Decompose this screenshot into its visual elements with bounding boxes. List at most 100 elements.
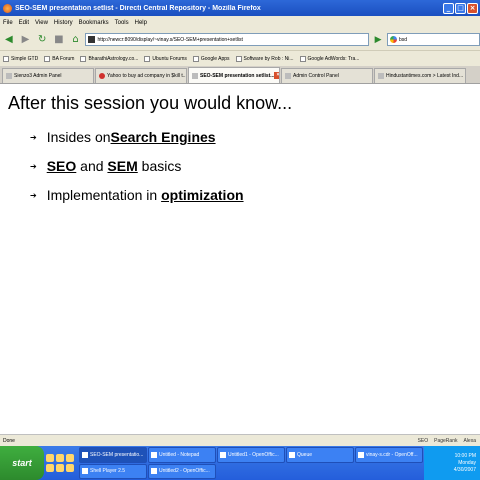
close-button[interactable]: × <box>467 2 478 14</box>
openoffice-icon <box>358 451 364 458</box>
bookmark-icon <box>192 55 199 62</box>
menu-tools[interactable]: Tools <box>115 20 129 26</box>
reload-button[interactable]: ↻ <box>35 33 49 47</box>
clock-time[interactable]: 10:00 PM <box>455 453 476 459</box>
stop-button[interactable]: ■ <box>52 33 66 47</box>
url-bar[interactable]: http://newcr:8090/display/~vinay.s/SEO-S… <box>85 33 370 46</box>
bullet-emphasis: SEM <box>107 158 138 174</box>
taskbar-label: Untitled2 - OpenOffic... <box>159 468 210 475</box>
back-button[interactable]: ◀ <box>2 33 16 47</box>
alexa-status[interactable]: Alexa <box>463 438 476 444</box>
taskbar-label: vinay-s.cdr - OpenOff... <box>366 451 418 458</box>
quick-launch-icon[interactable] <box>46 464 54 472</box>
bookmark-label: BA Forum <box>52 55 75 62</box>
start-button[interactable]: start <box>0 446 44 480</box>
page-content: After this session you would know... ➔ I… <box>0 85 480 430</box>
close-tab-icon[interactable]: × <box>274 72 279 79</box>
search-box[interactable]: bsd <box>386 33 480 46</box>
bookmark-icon <box>44 55 51 62</box>
menu-history[interactable]: History <box>54 20 73 26</box>
system-tray: 10:00 PM Monday 4/30/2007 <box>424 446 480 480</box>
taskbar-button[interactable]: vinay-s.cdr - OpenOff... <box>355 447 423 463</box>
taskbar-label: Untitled - Notepad <box>159 451 200 458</box>
taskbar: start SEO-SEM presentatio... Untitled - … <box>0 446 480 480</box>
tab-seo-sem-setlist[interactable]: SEO-SEM presentation setlist... × <box>188 67 280 83</box>
status-text: Done <box>3 437 15 444</box>
bullet-text: basics <box>137 158 182 174</box>
menu-bookmarks[interactable]: Bookmarks <box>79 20 109 26</box>
window-title: SEO-SEM presentation setlist - Directi C… <box>15 4 261 12</box>
clock-date: 4/30/2007 <box>453 467 476 473</box>
bookmarks-bar: Simple GTD BA Forum BharathiAstrology.co… <box>0 50 480 66</box>
bookmark-label: BharathiAstrology.co... <box>88 55 139 62</box>
taskbar-button[interactable]: Untitled - Notepad <box>148 447 216 463</box>
seo-status-icon[interactable]: SEO <box>418 438 429 444</box>
tab-label: Hindustantimes.com > Latest Ind... <box>386 73 464 79</box>
google-icon <box>389 36 397 43</box>
bullet-item: ➔ SEO and SEM basics <box>30 158 181 174</box>
bullet-text: Implementation in <box>46 187 162 203</box>
quick-launch-icon[interactable] <box>56 464 64 472</box>
bookmark-item[interactable]: Google Apps <box>192 55 230 62</box>
pagerank-status[interactable]: PageRank <box>434 438 457 444</box>
tab-label: SEO-SEM presentation setlist... <box>200 72 275 79</box>
quick-launch <box>44 446 78 480</box>
home-button[interactable]: ⌂ <box>69 33 83 47</box>
bookmark-item[interactable]: Google AdWords: Tra... <box>299 55 360 62</box>
bookmark-icon <box>80 55 87 62</box>
bookmark-item[interactable]: Ubuntu Forums <box>144 55 187 62</box>
openoffice-icon <box>220 451 226 458</box>
firefox-window: SEO-SEM presentation setlist - Directi C… <box>0 0 480 480</box>
bullet-emphasis: SEO <box>46 158 77 174</box>
tab-label: Yahoo to buy ad company in $kill t... <box>107 73 187 79</box>
bullet-item: ➔ Implementation in optimization <box>30 187 244 203</box>
maximize-button[interactable]: □ <box>455 2 466 14</box>
bullet-arrow-icon: ➔ <box>30 132 37 142</box>
bookmark-item[interactable]: Simple GTD <box>3 55 39 62</box>
taskbar-button[interactable]: Queue <box>286 447 354 463</box>
bookmark-item[interactable]: Software by Rob : Ni... <box>235 55 294 62</box>
taskbar-button[interactable]: Untitled2 - OpenOffic... <box>148 463 216 479</box>
go-button[interactable]: ▶ <box>372 34 384 46</box>
slide-heading: After this session you would know... <box>8 93 293 113</box>
taskbar-button[interactable]: Shell Player 2.5 <box>79 463 147 479</box>
quick-launch-icon[interactable] <box>66 454 74 462</box>
folder-icon <box>289 451 295 458</box>
firefox-icon <box>3 3 12 13</box>
menu-view[interactable]: View <box>35 20 48 26</box>
bookmark-label: Ubuntu Forums <box>152 55 187 62</box>
bullet-item: ➔ Insides on Search Engines <box>30 129 216 145</box>
notepad-icon <box>151 451 157 458</box>
tab-admin-control-panel[interactable]: Admin Control Panel <box>281 68 373 83</box>
menu-help[interactable]: Help <box>135 20 147 26</box>
menu-edit[interactable]: Edit <box>19 20 29 26</box>
bookmark-item[interactable]: BharathiAstrology.co... <box>80 55 139 62</box>
page-icon <box>6 73 12 79</box>
bookmark-item[interactable]: BA Forum <box>44 55 75 62</box>
page-icon <box>285 73 291 79</box>
forward-button[interactable]: ▶ <box>19 33 33 47</box>
taskbar-buttons: SEO-SEM presentatio... Untitled - Notepa… <box>78 446 424 480</box>
minimize-button[interactable]: _ <box>443 2 454 14</box>
clock-day: Monday <box>458 460 476 466</box>
bookmark-label: Simple GTD <box>11 55 39 62</box>
taskbar-button[interactable]: Untitled1 - OpenOffic... <box>217 447 285 463</box>
taskbar-button[interactable]: SEO-SEM presentatio... <box>79 447 147 463</box>
openoffice-icon <box>151 468 157 475</box>
news-icon <box>99 73 105 79</box>
bullet-arrow-icon: ➔ <box>30 161 37 171</box>
taskbar-label: Shell Player 2.5 <box>90 468 126 475</box>
tab-bar: Sienzo3 Admin Panel Yahoo to buy ad comp… <box>0 66 480 84</box>
search-value: bsd <box>398 36 407 43</box>
bookmark-label: Google AdWords: Tra... <box>307 55 360 62</box>
quick-launch-icon[interactable] <box>56 454 64 462</box>
quick-launch-icon[interactable] <box>46 454 54 462</box>
tab-sienzo3-admin[interactable]: Sienzo3 Admin Panel <box>2 68 94 83</box>
menu-file[interactable]: File <box>3 20 13 26</box>
quick-launch-icon[interactable] <box>66 464 74 472</box>
tab-hindustantimes[interactable]: Hindustantimes.com > Latest Ind... <box>374 68 466 83</box>
page-icon <box>378 73 384 79</box>
tab-label: Admin Control Panel <box>293 73 339 79</box>
bookmark-icon <box>299 55 306 62</box>
tab-yahoo-news[interactable]: Yahoo to buy ad company in $kill t... <box>95 68 187 83</box>
